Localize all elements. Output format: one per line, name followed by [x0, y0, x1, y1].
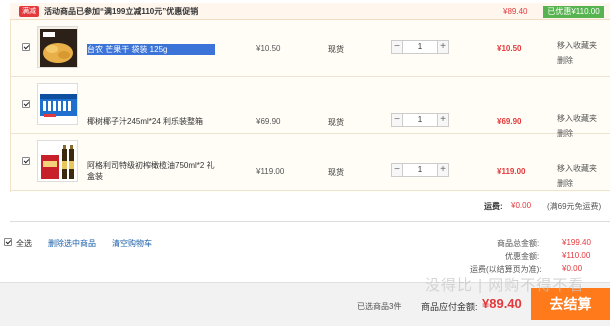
promo-saved-badge: 已优惠¥110.00	[543, 6, 604, 18]
cart-item-row: 椰树椰子汁245ml*24 利乐装整箱 ¥69.90 现货 − 1 + ¥69.…	[11, 77, 610, 138]
goods-total-value: ¥199.40	[562, 238, 591, 247]
item-subtotal: ¥119.00	[497, 167, 526, 176]
decrease-quantity-button[interactable]: −	[391, 40, 403, 54]
unit-price: ¥10.50	[256, 44, 281, 53]
shipping-summary: 运费: ¥0.00 (满69元免运费)	[10, 192, 610, 222]
delete-item-link[interactable]: 删除	[557, 178, 573, 189]
product-name-link[interactable]: 椰树椰子汁245ml*24 利乐装整箱	[87, 116, 215, 127]
clear-cart-link[interactable]: 清空购物车	[112, 238, 152, 249]
quantity-stepper: − 1 +	[391, 113, 449, 127]
product-name-link[interactable]: 台农 芒果干 袋装 125g	[87, 44, 215, 55]
item-subtotal: ¥69.90	[497, 117, 522, 126]
select-all-label[interactable]: 全选	[16, 238, 32, 249]
promo-bar: 满减 活动商品已参加“满199立减110元”优惠促销 ¥89.40 已优惠¥11…	[10, 3, 610, 20]
item-checkbox[interactable]	[22, 157, 30, 165]
selected-count: 已选商品3件	[357, 302, 402, 311]
quantity-input[interactable]: 1	[403, 113, 437, 127]
shipping-estimate-value: ¥0.00	[562, 264, 583, 273]
quantity-stepper: − 1 +	[391, 40, 449, 54]
free-shipping-note: (满69元免运费)	[547, 202, 602, 211]
decrease-quantity-button[interactable]: −	[391, 163, 403, 177]
payable-value: ¥89.40	[482, 296, 522, 311]
increase-quantity-button[interactable]: +	[437, 40, 449, 54]
increase-quantity-button[interactable]: +	[437, 113, 449, 127]
shipping-value: ¥0.00	[511, 201, 532, 210]
promo-text: 活动商品已参加“满199立减110元”优惠促销	[44, 7, 199, 16]
quantity-input[interactable]: 1	[403, 40, 437, 54]
move-to-favorites-link[interactable]: 移入收藏夹	[557, 40, 597, 51]
quantity-input[interactable]: 1	[403, 163, 437, 177]
increase-quantity-button[interactable]: +	[437, 163, 449, 177]
delete-selected-link[interactable]: 删除选中商品	[48, 238, 96, 249]
item-checkbox[interactable]	[22, 43, 30, 51]
unit-price: ¥119.00	[256, 167, 285, 176]
payable-label: 商品应付金额:	[421, 302, 478, 312]
item-subtotal: ¥10.50	[497, 44, 522, 53]
promo-tag: 满减	[19, 6, 39, 17]
product-thumbnail-mango[interactable]	[37, 26, 78, 68]
stock-status: 现货	[328, 168, 344, 177]
cart-item-row: 台农 芒果干 袋装 125g ¥10.50 现货 − 1 + ¥10.50 移入…	[11, 20, 610, 77]
move-to-favorites-link[interactable]: 移入收藏夹	[557, 163, 597, 174]
product-name-link[interactable]: 阿格利司特级初榨橄榄油750ml*2 礼盒装	[87, 160, 215, 182]
goods-total-label: 商品总金额:	[497, 239, 540, 248]
cart-item-list: 台农 芒果干 袋装 125g ¥10.50 现货 − 1 + ¥10.50 移入…	[10, 20, 610, 192]
item-checkbox[interactable]	[22, 100, 30, 108]
shipping-label: 运费:	[484, 202, 503, 211]
decrease-quantity-button[interactable]: −	[391, 113, 403, 127]
discount-label: 优惠金额:	[505, 252, 540, 261]
select-all-checkbox[interactable]	[4, 238, 12, 246]
product-thumbnail-coconut[interactable]	[37, 83, 78, 125]
promo-total: ¥89.40	[503, 7, 528, 16]
unit-price: ¥69.90	[256, 117, 281, 126]
move-to-favorites-link[interactable]: 移入收藏夹	[557, 113, 597, 124]
stock-status: 现货	[328, 118, 344, 127]
delete-item-link[interactable]: 删除	[557, 55, 573, 66]
site-watermark: 没得比 | 网购不得不看	[425, 277, 585, 294]
cart-item-row: 阿格利司特级初榨橄榄油750ml*2 礼盒装 ¥119.00 现货 − 1 + …	[11, 134, 610, 191]
stock-status: 现货	[328, 45, 344, 54]
discount-value: ¥110.00	[562, 251, 591, 260]
quantity-stepper: − 1 +	[391, 163, 449, 177]
product-thumbnail-olive-oil[interactable]	[37, 140, 78, 182]
